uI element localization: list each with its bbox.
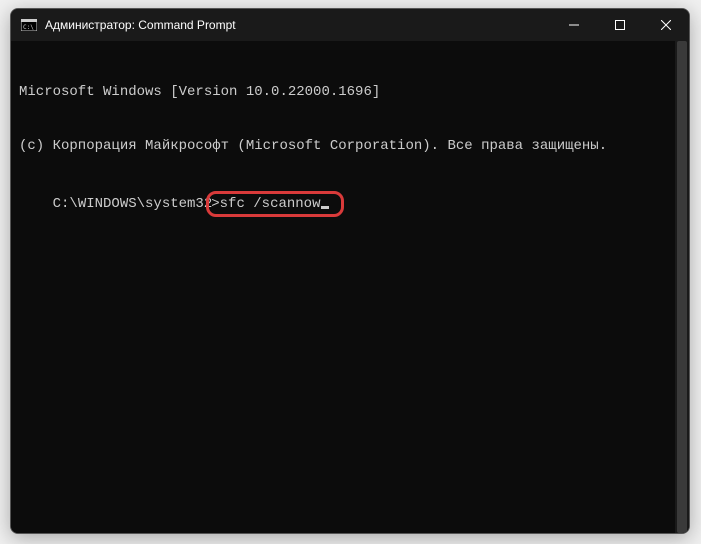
terminal-line: (c) Корпорация Майкрософт (Microsoft Cor… [19, 137, 681, 155]
window-controls [551, 9, 689, 41]
minimize-button[interactable] [551, 9, 597, 41]
svg-text:C:\: C:\ [23, 24, 34, 31]
command-highlight: >sfc /scannow [206, 191, 344, 217]
terminal-line: Microsoft Windows [Version 10.0.22000.16… [19, 83, 681, 101]
cursor-icon [321, 206, 329, 209]
terminal-area[interactable]: Microsoft Windows [Version 10.0.22000.16… [11, 41, 689, 533]
window-title: Администратор: Command Prompt [45, 18, 236, 32]
app-icon: C:\ [21, 18, 37, 32]
command-prompt-window: C:\ Администратор: Command Prompt Micros… [10, 8, 690, 534]
typed-command: sfc /scannow [220, 196, 321, 212]
titlebar[interactable]: C:\ Администратор: Command Prompt [11, 9, 689, 41]
prompt-path: C:\WINDOWS\system32 [53, 195, 213, 213]
prompt-char: > [211, 196, 219, 212]
vertical-scrollbar[interactable] [675, 41, 689, 533]
close-button[interactable] [643, 9, 689, 41]
maximize-button[interactable] [597, 9, 643, 41]
scrollbar-thumb[interactable] [677, 41, 687, 533]
prompt-line: C:\WINDOWS\system32>sfc /scannow [53, 191, 345, 217]
